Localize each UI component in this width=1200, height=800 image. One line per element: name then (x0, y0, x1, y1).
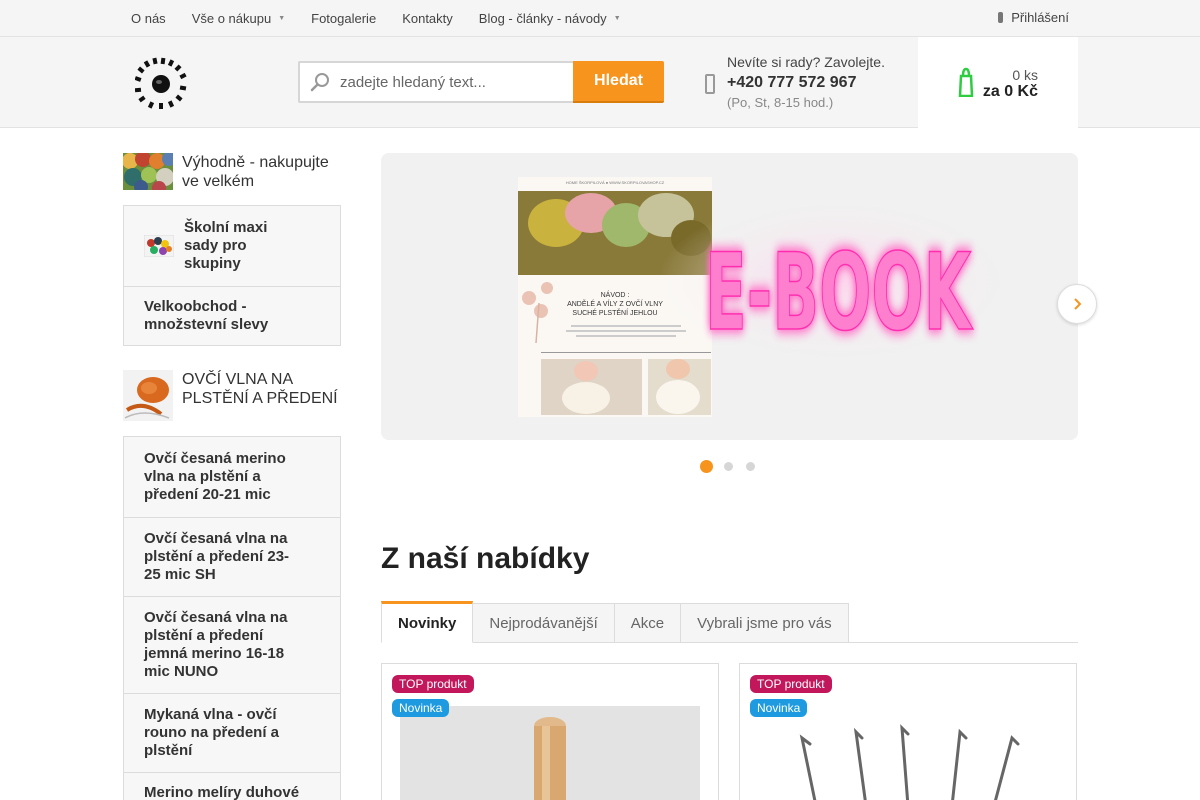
category-item-wool-23-25[interactable]: Ovčí česaná vlna na plstění a předení 23… (124, 517, 340, 596)
doc-guide-line3: SUCHÉ PLSTĚNÍ JEHLOU (572, 308, 657, 317)
cart[interactable]: 0 ks za 0 Kč (918, 37, 1078, 128)
category-item-carded-wool[interactable]: Mykaná vlna - ovčí rouno na předení a pl… (124, 693, 340, 772)
product-image-felting-needles (758, 706, 1058, 800)
category-group-title: OVČÍ VLNA NA PLSTĚNÍ A PŘEDENÍ (182, 371, 338, 407)
carousel-dot-2[interactable] (724, 462, 733, 471)
carousel-dot-1[interactable] (700, 460, 713, 473)
shopping-bag-icon (958, 67, 974, 97)
category-label: Ovčí česaná merino vlna na plstění a pře… (144, 450, 286, 503)
nav-label: Blog - články - návody (478, 10, 607, 26)
product-card[interactable]: TOP produkt Novinka (381, 663, 719, 800)
nav-item-fotogalerie[interactable]: Fotogalerie (298, 11, 389, 26)
badge-top-product: TOP produkt (750, 675, 832, 693)
login-link[interactable]: Přihlášení (998, 10, 1069, 25)
tab-nejprodavanejsi[interactable]: Nejprodávanější (473, 603, 615, 643)
cart-total: za 0 Kč (982, 83, 1038, 100)
category-group-wholesale[interactable]: Výhodně - nakupujte ve velkém (123, 153, 340, 191)
category-item-merino-20-21[interactable]: Ovčí česaná merino vlna na plstění a pře… (124, 437, 340, 517)
category-label: Mykaná vlna - ovčí rouno na předení a pl… (144, 706, 280, 759)
promo-banner[interactable]: HOME ŠKORPILOVÁ ● WWW.SKORPILOVASHOP.CZ … (381, 153, 1078, 440)
doc-header-text: HOME ŠKORPILOVÁ ● WWW.SKORPILOVASHOP.CZ (566, 180, 665, 185)
category-group-wool[interactable]: OVČÍ VLNA NA PLSTĚNÍ A PŘEDENÍ (123, 370, 342, 421)
category-list-wool: Ovčí česaná merino vlna na plstění a pře… (123, 436, 341, 800)
category-item-merino-rainbow[interactable]: Merino melíry duhové (124, 772, 340, 800)
chevron-down-icon: ▼ (278, 14, 286, 22)
tab-akce[interactable]: Akce (614, 603, 682, 643)
phone-icon (705, 74, 715, 94)
top-bar: O nás Vše o nákupu ▼ Fotogalerie Kontakty… (0, 0, 1200, 37)
doc-guide-line1: NÁVOD : (601, 290, 630, 299)
badge-new: Novinka (392, 699, 450, 717)
contact-hours: (Po, St, 8-15 hod.) (727, 95, 834, 110)
product-image-wooden-tool (400, 706, 700, 800)
user-icon (998, 12, 1004, 23)
login-label: Přihlášení (1011, 10, 1069, 25)
nav-item-o-nas[interactable]: O nás (118, 11, 179, 26)
cart-count: 0 ks (1012, 67, 1038, 83)
contact-phone[interactable]: +420 777 572 967 (727, 74, 885, 92)
carousel-dot-3[interactable] (746, 462, 755, 471)
category-group-title: Výhodně - nakupujte ve velkém (182, 154, 329, 190)
offer-tabs: Novinky Nejprodávanější Akce Vybrali jsm… (381, 601, 849, 643)
tab-vybrali-jsme[interactable]: Vybrali jsme pro vás (681, 603, 849, 643)
badge-new: Novinka (750, 699, 808, 717)
chevron-right-icon (1074, 298, 1081, 310)
category-label: Velkoobchod - množstevní slevy (144, 298, 269, 333)
section-title: Z naší nabídky (381, 542, 590, 575)
logo[interactable] (135, 57, 187, 109)
search-icon (300, 71, 340, 93)
search-bar: Hledat (298, 61, 664, 103)
contact-question: Nevíte si rady? Zavolejte. (727, 54, 885, 70)
category-label: Ovčí česaná vlna na plstění a předení je… (144, 609, 288, 680)
category-item-merino-16-18[interactable]: Ovčí česaná vlna na plstění a předení je… (124, 596, 340, 693)
carousel-dots (700, 460, 768, 473)
product-card[interactable]: TOP produkt Novinka (739, 663, 1077, 800)
doc-guide-line2: ANDĚLÉ A VÍLY Z OVČÍ VLNY (567, 299, 663, 308)
chevron-down-icon: ▼ (613, 14, 621, 22)
header: Hledat Nevíte si rady? Zavolejte. +420 7… (0, 37, 1200, 128)
ebook-neon-text: E-BOOK (705, 232, 974, 354)
nav-label: O nás (131, 10, 166, 26)
top-nav: O nás Vše o nákupu ▼ Fotogalerie Kontakty… (118, 0, 634, 36)
wool-colors-thumbnail (123, 153, 173, 190)
banner-slide-ebook: HOME ŠKORPILOVÁ ● WWW.SKORPILOVASHOP.CZ … (381, 153, 1078, 440)
contact-info: Nevíte si rady? Zavolejte. +420 777 572 … (727, 54, 885, 110)
carousel-next-button[interactable] (1057, 284, 1097, 324)
category-item-wholesale[interactable]: Velkoobchod - množstevní slevy (124, 286, 340, 345)
nav-item-vse-o-nakupu[interactable]: Vše o nákupu ▼ (179, 11, 298, 26)
nav-label: Vše o nákupu (191, 10, 272, 26)
nav-label: Fotogalerie (311, 10, 377, 26)
search-button[interactable]: Hledat (573, 61, 664, 103)
category-item-school-sets[interactable]: Školní maxi sady pro skupiny (124, 206, 340, 286)
wool-roll-thumbnail (123, 370, 173, 421)
category-label: Školní maxi sady pro skupiny (184, 219, 268, 272)
school-sets-thumbnail (144, 235, 174, 257)
badge-top-product: TOP produkt (392, 675, 474, 693)
nav-item-blog[interactable]: Blog - články - návody ▼ (466, 11, 634, 26)
search-field (298, 61, 573, 103)
tab-novinky[interactable]: Novinky (381, 601, 474, 643)
search-input[interactable] (340, 73, 560, 91)
category-list-wholesale: Školní maxi sady pro skupiny Velkoobchod… (123, 205, 341, 346)
nav-item-kontakty[interactable]: Kontakty (389, 11, 466, 26)
nav-label: Kontakty (402, 10, 453, 26)
category-label: Ovčí česaná vlna na plstění a předení 23… (144, 530, 290, 583)
category-label: Merino melíry duhové (144, 784, 300, 800)
